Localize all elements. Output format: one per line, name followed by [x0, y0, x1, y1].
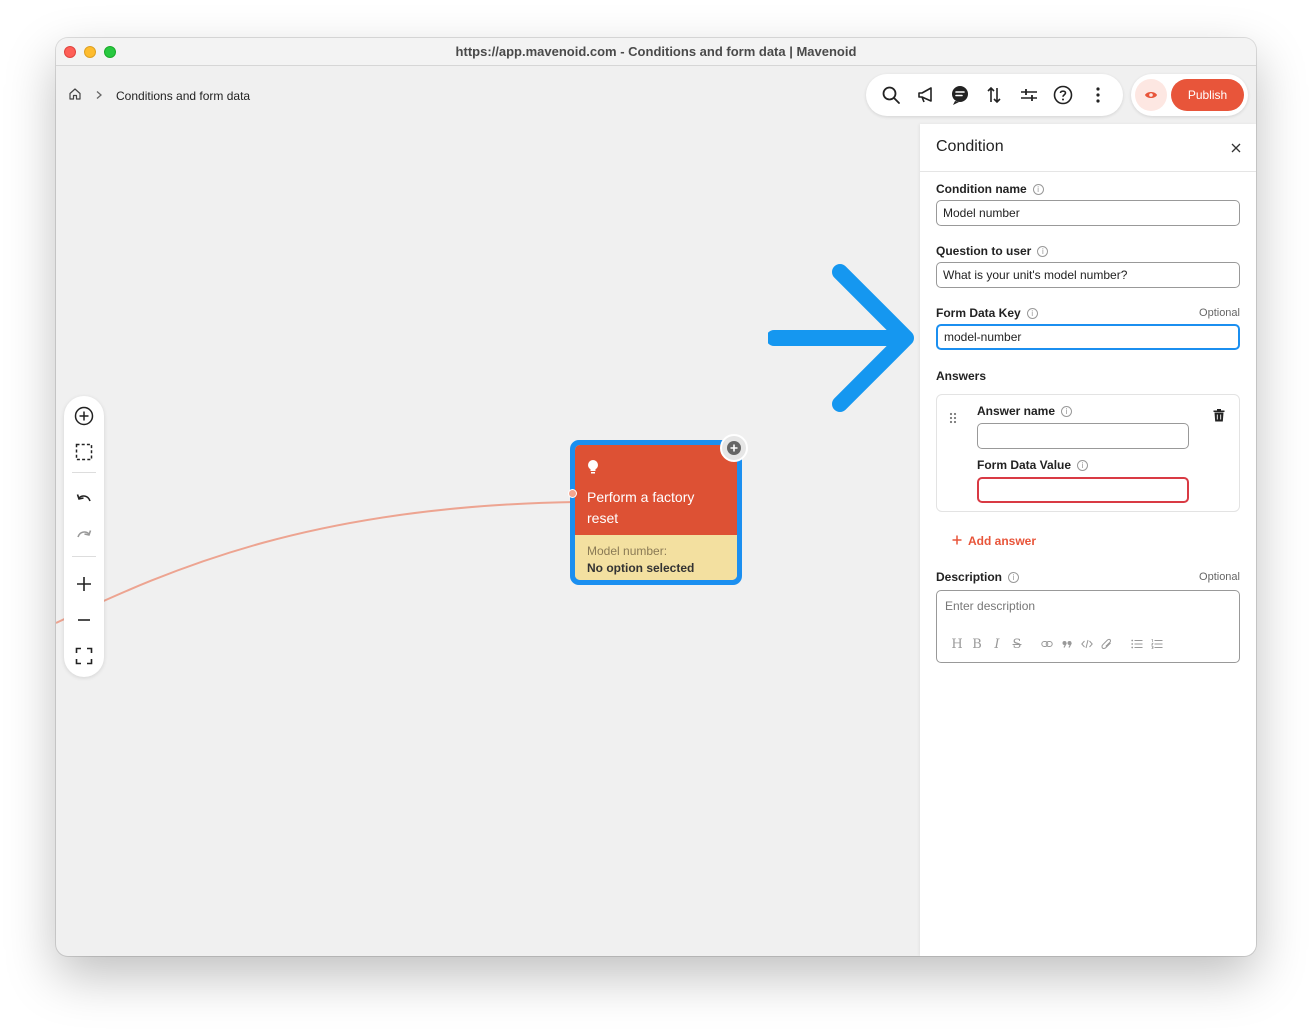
zoom-in-icon[interactable] [72, 572, 96, 596]
add-node-icon[interactable] [720, 434, 748, 462]
window-controls [64, 46, 116, 58]
undo-icon[interactable] [72, 488, 96, 512]
attach-icon[interactable] [1097, 636, 1117, 652]
publish-group: Publish [1131, 74, 1248, 116]
flow-node[interactable]: Perform a factory reset Model number: No… [568, 434, 748, 585]
megaphone-icon[interactable] [914, 83, 938, 107]
sort-arrows-icon[interactable] [982, 83, 1006, 107]
maximize-window-button[interactable] [104, 46, 116, 58]
answer-card: Answer name i Form Data Value i [936, 394, 1240, 512]
heading-icon[interactable]: H [947, 636, 967, 652]
browser-window: https://app.mavenoid.com - Conditions an… [56, 38, 1256, 956]
node-condition-value: No option selected [587, 561, 695, 575]
annotation-arrow [768, 264, 914, 412]
panel-title: Condition [936, 138, 1004, 155]
top-toolbar [866, 74, 1123, 116]
panel-header: Condition [920, 124, 1256, 172]
numbered-list-icon[interactable] [1147, 636, 1167, 652]
fit-screen-icon[interactable] [72, 644, 96, 668]
close-icon[interactable] [1228, 140, 1244, 156]
link-icon[interactable] [1037, 636, 1057, 652]
code-icon[interactable] [1077, 636, 1097, 652]
publish-button[interactable]: Publish [1171, 79, 1244, 111]
info-icon[interactable]: i [1061, 405, 1073, 417]
strikethrough-icon[interactable]: S [1007, 636, 1027, 652]
node-body: Perform a factory reset Model number: No… [575, 445, 737, 580]
info-icon[interactable]: i [1026, 307, 1038, 319]
window-title: https://app.mavenoid.com - Conditions an… [455, 44, 857, 59]
more-vertical-icon[interactable] [1086, 83, 1110, 107]
help-icon[interactable] [1051, 83, 1075, 107]
plus-icon [952, 534, 962, 548]
canvas-connector [56, 501, 577, 624]
sliders-icon[interactable] [1017, 83, 1041, 107]
description-editor[interactable]: Enter description H B I S [936, 590, 1240, 663]
home-icon[interactable] [68, 87, 82, 106]
add-circle-icon[interactable] [72, 404, 96, 428]
form-data-key-label: Form Data Key i [936, 306, 1038, 320]
description-optional: Optional [1199, 571, 1240, 583]
minimize-window-button[interactable] [84, 46, 96, 58]
breadcrumb-current[interactable]: Conditions and form data [116, 89, 250, 103]
node-input-port[interactable] [568, 489, 577, 498]
info-icon[interactable]: i [1032, 183, 1044, 195]
question-label: Question to user i [936, 244, 1049, 258]
answer-name-input[interactable] [977, 423, 1189, 449]
add-answer-button[interactable]: Add answer [952, 534, 1036, 548]
description-label: Description i [936, 570, 1020, 584]
zoom-out-icon[interactable] [72, 608, 96, 632]
bullet-list-icon[interactable] [1127, 636, 1147, 652]
answer-name-label: Answer name i [977, 404, 1073, 418]
search-icon[interactable] [879, 83, 903, 107]
lightbulb-icon [587, 459, 599, 480]
info-icon[interactable]: i [1008, 571, 1020, 583]
italic-icon[interactable]: I [987, 636, 1007, 652]
trash-icon[interactable] [1213, 409, 1225, 427]
edge-line [56, 501, 577, 624]
form-data-key-optional: Optional [1199, 307, 1240, 319]
quote-icon[interactable] [1057, 636, 1077, 652]
form-data-value-input[interactable] [977, 477, 1189, 503]
breadcrumb: Conditions and form data [68, 86, 250, 106]
answers-label: Answers [936, 369, 987, 383]
bold-icon[interactable]: B [967, 636, 987, 652]
condition-panel: Condition Condition name i Model number … [920, 124, 1256, 956]
description-placeholder: Enter description [945, 599, 1036, 613]
chevron-right-icon [94, 87, 104, 105]
title-bar: https://app.mavenoid.com - Conditions an… [56, 38, 1256, 66]
condition-name-input[interactable]: Model number [936, 200, 1240, 226]
redo-icon[interactable] [72, 524, 96, 548]
eye-icon[interactable] [1135, 79, 1167, 111]
drag-handle-icon[interactable] [949, 411, 957, 429]
format-toolbar: H B I S [947, 636, 1167, 652]
tools-divider [72, 472, 96, 473]
canvas-toolbar [64, 396, 104, 677]
node-header: Perform a factory reset [575, 445, 737, 535]
node-condition: Model number: No option selected [575, 535, 737, 580]
close-window-button[interactable] [64, 46, 76, 58]
chat-icon[interactable] [948, 83, 972, 107]
condition-name-label: Condition name i [936, 182, 1044, 196]
form-data-key-input[interactable]: model-number [936, 324, 1240, 350]
form-data-value-label: Form Data Value i [977, 458, 1089, 472]
question-input[interactable]: What is your unit's model number? [936, 262, 1240, 288]
node-condition-label: Model number: [587, 544, 668, 558]
select-area-icon[interactable] [72, 440, 96, 464]
info-icon[interactable]: i [1037, 245, 1049, 257]
tools-divider [72, 556, 96, 557]
info-icon[interactable]: i [1077, 459, 1089, 471]
node-title: Perform a factory reset [587, 489, 695, 526]
